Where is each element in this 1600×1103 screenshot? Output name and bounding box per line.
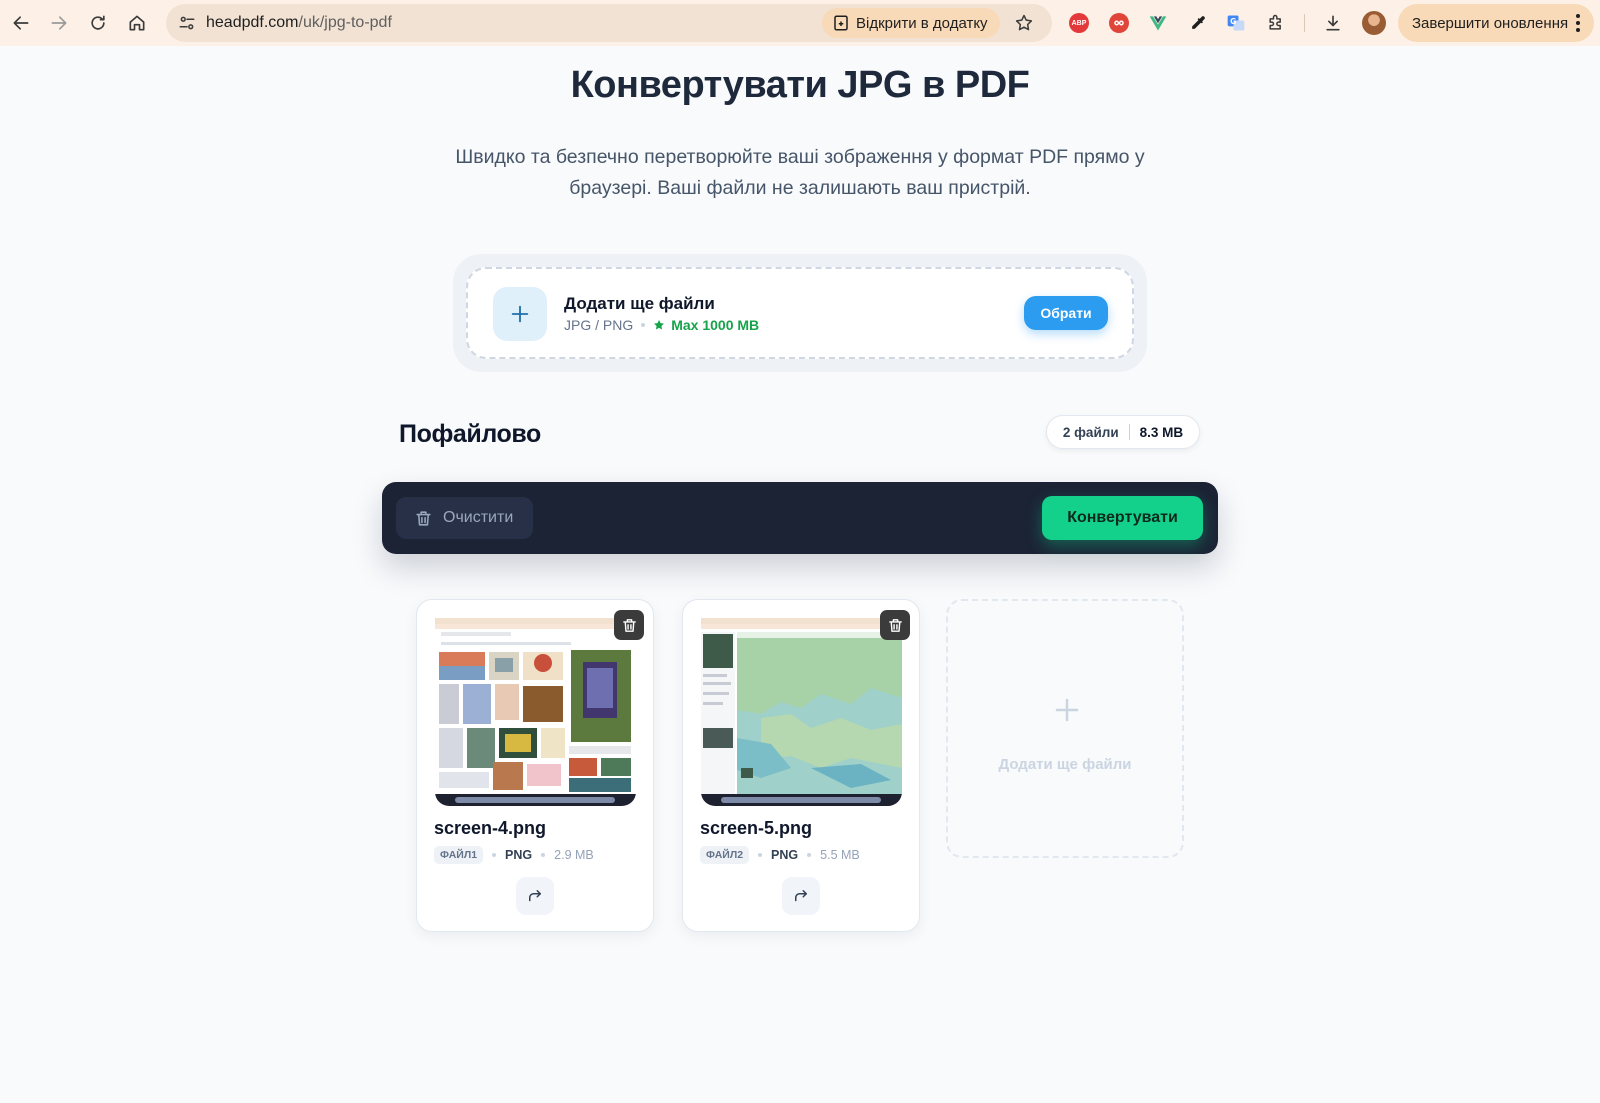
rotate-icon: [795, 890, 807, 902]
open-app-icon: [834, 15, 848, 31]
page-title: Конвертувати JPG в PDF: [570, 64, 1030, 106]
reload-icon[interactable]: [83, 8, 113, 38]
abp-icon[interactable]: ABP: [1066, 10, 1092, 36]
eyedropper-icon[interactable]: [1185, 10, 1211, 36]
file-card[interactable]: screen-4.png ФАЙЛ1 PNG 2.9 MB: [416, 599, 654, 932]
translate-icon[interactable]: G: [1223, 10, 1249, 36]
site-info-icon[interactable]: [176, 12, 198, 34]
meta-separator: [541, 853, 546, 857]
toolbar-divider: [1304, 14, 1305, 32]
meta-separator: [758, 853, 763, 857]
upload-title: Додати ще файли: [564, 294, 715, 313]
files-count: 2 файли: [1062, 424, 1119, 440]
upload-formats: JPG / PNG: [564, 317, 634, 333]
add-more-files-label: Додати ще файли: [998, 756, 1132, 773]
section-title: Пофайлово: [399, 420, 541, 448]
add-more-files-card[interactable]: Додати ще файли: [946, 599, 1184, 858]
rotate-icon: [529, 890, 541, 902]
download-icon[interactable]: [1320, 10, 1346, 36]
meta-separator: [807, 853, 812, 857]
file-size: 5.5 MB: [820, 848, 860, 862]
delete-file-button[interactable]: [614, 610, 644, 640]
browser-toolbar: headpdf.com/uk/jpg-to-pdf Відкрити в дод…: [0, 0, 1600, 46]
url-text: headpdf.com/uk/jpg-to-pdf: [206, 14, 392, 32]
file-size: 2.9 MB: [554, 848, 594, 862]
svg-text:G: G: [1230, 17, 1236, 26]
file-index-badge: ФАЙЛ2: [700, 846, 750, 864]
choose-files-button[interactable]: Обрати: [1024, 296, 1108, 330]
rotate-button[interactable]: [516, 877, 554, 915]
abp-label: ABP: [1069, 13, 1089, 33]
trash-icon: [416, 510, 431, 526]
update-label: Завершити оновлення: [1412, 14, 1569, 32]
star-icon[interactable]: [1011, 10, 1037, 36]
trash-icon: [622, 618, 636, 632]
trash-icon: [888, 618, 902, 632]
avatar[interactable]: [1362, 11, 1386, 35]
page-subtitle: Швидко та безпечно перетворюйте ваші зоб…: [455, 146, 1145, 199]
delete-file-button[interactable]: [880, 610, 910, 640]
kebab-icon[interactable]: [1576, 14, 1580, 32]
extension-red-icon[interactable]: [1106, 10, 1132, 36]
upload-max-size-label: Max 1000 MB: [671, 317, 760, 333]
vue-icon[interactable]: [1145, 10, 1171, 36]
clear-button[interactable]: Очистити: [396, 497, 533, 539]
convert-button[interactable]: Конвертувати: [1042, 496, 1203, 540]
plus-icon: [1055, 698, 1079, 722]
home-icon[interactable]: [122, 8, 152, 38]
file-meta: ФАЙЛ2 PNG 5.5 MB: [700, 846, 860, 864]
url-host: headpdf.com: [206, 14, 299, 31]
files-total-size: 8.3 MB: [1139, 424, 1184, 440]
file-thumbnail: [701, 618, 902, 806]
upload-meta: JPG / PNG Max 1000 MB: [564, 317, 759, 333]
star-small-icon: [654, 320, 665, 330]
file-name: screen-5.png: [700, 818, 813, 838]
file-name: screen-4.png: [434, 818, 547, 838]
file-card[interactable]: screen-5.png ФАЙЛ2 PNG 5.5 MB: [682, 599, 920, 932]
file-format: PNG: [505, 848, 533, 862]
action-toolbar: Очистити Конвертувати: [382, 482, 1218, 554]
file-index-badge: ФАЙЛ1: [434, 846, 484, 864]
stats-divider: [1128, 424, 1130, 440]
plus-icon[interactable]: [493, 287, 547, 341]
open-in-app-button[interactable]: Відкрити в додатку: [822, 8, 1000, 38]
puzzle-icon[interactable]: [1263, 10, 1289, 36]
update-button[interactable]: Завершити оновлення: [1398, 4, 1594, 42]
url-path: /uk/jpg-to-pdf: [298, 14, 392, 31]
upload-max-size: Max 1000 MB: [653, 317, 759, 333]
open-in-app-label: Відкрити в додатку: [856, 14, 988, 32]
back-icon[interactable]: [6, 8, 36, 38]
file-meta: ФАЙЛ1 PNG 2.9 MB: [434, 846, 594, 864]
address-bar[interactable]: headpdf.com/uk/jpg-to-pdf Відкрити в дод…: [166, 4, 1052, 42]
file-format: PNG: [771, 848, 799, 862]
meta-separator: [641, 323, 646, 327]
file-thumbnail: [435, 618, 636, 806]
meta-separator: [492, 853, 497, 857]
files-stats-badge: 2 файли 8.3 MB: [1046, 415, 1200, 449]
forward-icon[interactable]: [44, 8, 74, 38]
clear-label: Очистити: [443, 509, 514, 526]
rotate-button[interactable]: [782, 877, 820, 915]
